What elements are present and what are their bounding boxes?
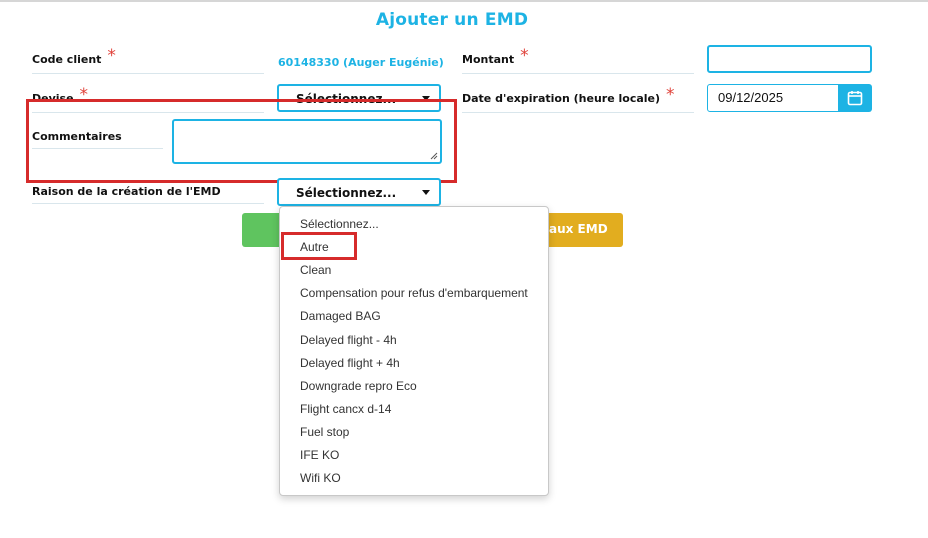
dropdown-option[interactable]: Wifi KO [300,471,341,485]
raison-selected-value: Sélectionnez... [296,186,397,200]
highlight-box-autre [281,232,357,260]
back-to-emd-label: aux EMD [549,222,608,236]
montant-label: Montant * [462,46,694,74]
montant-label-text: Montant [462,53,515,66]
date-expiration-label: Date d'expiration (heure locale) * [462,85,694,113]
chevron-down-icon [422,190,430,195]
dropdown-option[interactable]: Damaged BAG [300,309,381,323]
dropdown-option[interactable]: Delayed flight - 4h [300,333,397,347]
calendar-icon [847,91,863,106]
dropdown-option[interactable]: IFE KO [300,448,339,462]
date-expiration-label-text: Date d'expiration (heure locale) [462,92,661,105]
submit-button[interactable] [242,213,282,247]
dropdown-option[interactable]: Sélectionnez... [300,217,379,231]
dropdown-option[interactable]: Flight cancx d-14 [300,402,391,416]
montant-input[interactable] [707,45,872,73]
required-marker: * [107,46,116,66]
dropdown-option[interactable]: Fuel stop [300,425,349,439]
highlight-box-commentaires [26,99,457,183]
code-client-value[interactable]: 60148330 (Auger Eugénie) [278,56,444,69]
required-marker: * [520,46,529,66]
required-marker: * [666,85,675,105]
back-to-emd-button[interactable]: aux EMD [540,213,623,247]
date-picker-button[interactable] [838,84,872,112]
top-border [0,0,928,2]
code-client-label-text: Code client [32,53,102,66]
page-title: Ajouter un EMD [375,10,529,30]
dropdown-option[interactable]: Clean [300,263,331,277]
dropdown-option[interactable]: Delayed flight + 4h [300,356,400,370]
date-expiration-input[interactable]: 09/12/2025 [707,84,840,112]
raison-label-text: Raison de la création de l'EMD [32,185,221,198]
code-client-label: Code client * [32,46,264,74]
raison-label: Raison de la création de l'EMD [32,185,264,204]
dropdown-option[interactable]: Compensation pour refus d'embarquement [300,286,528,300]
raison-select[interactable]: Sélectionnez... [277,178,441,206]
dropdown-option[interactable]: Downgrade repro Eco [300,379,417,393]
date-expiration-value: 09/12/2025 [718,90,784,105]
